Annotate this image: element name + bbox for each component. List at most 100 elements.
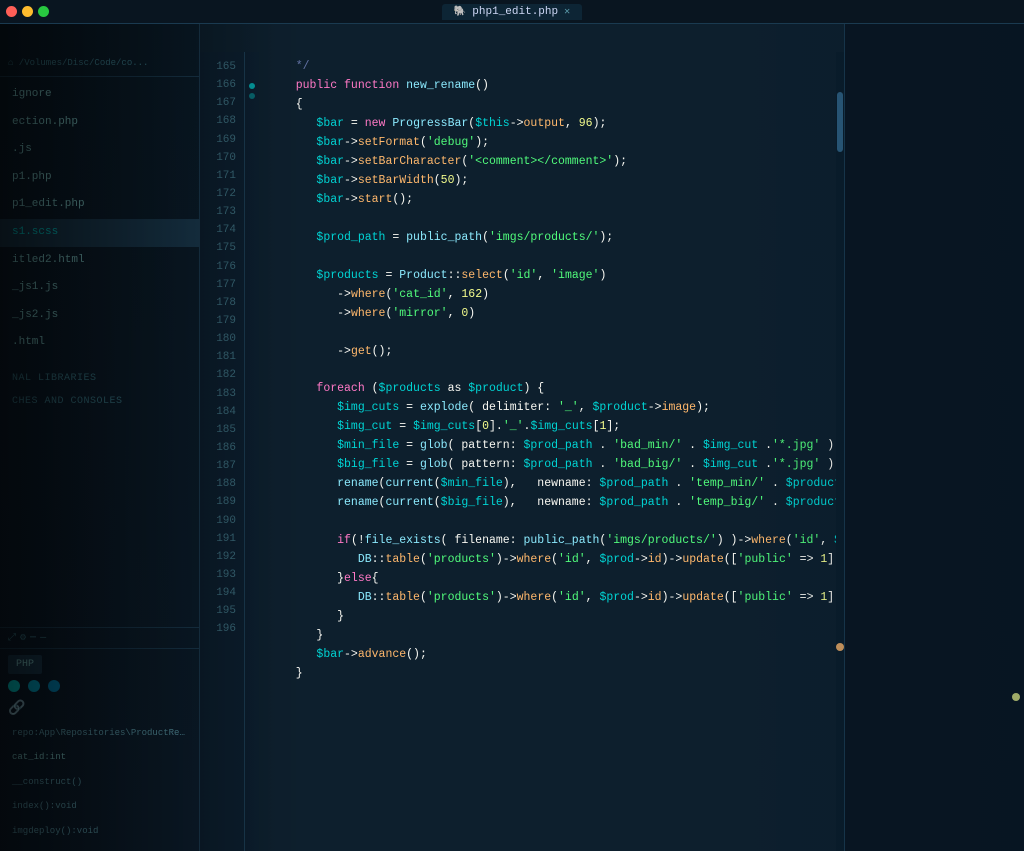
ln-168: 168 [200, 112, 236, 130]
code-line-193: DB::table('products')->where('id', $prod… [275, 589, 836, 608]
ln-191: 191 [200, 530, 236, 548]
code-area[interactable]: 165 166 167 168 169 170 171 172 173 174 … [200, 52, 844, 851]
sidebar-section-libraries: nal Libraries ches and Consoles [0, 365, 199, 411]
sidebar-item-p1[interactable]: p1.php [0, 164, 199, 192]
ln-195: 195 [200, 602, 236, 620]
sidebar-item-js[interactable]: .js [0, 136, 199, 164]
code-line-172: $bar->start(); [275, 191, 836, 210]
code-line-176: $products = Product::select('id', 'image… [275, 267, 836, 286]
panel-settings-icon[interactable]: ⚙ [20, 632, 26, 644]
sidebar-item-s1scss[interactable]: s1.scss [0, 219, 199, 247]
ln-179: 179 [200, 312, 236, 330]
code-line-165: */ [275, 58, 836, 77]
dot-1 [8, 680, 20, 692]
line-numbers: 165 166 167 168 169 170 171 172 173 174 … [200, 52, 245, 851]
breadcrumb: ⌂ /Volumes/Disc/Code/co... [0, 54, 199, 77]
code-line-180: ->get(); [275, 343, 836, 362]
ln-196: 196 [200, 620, 236, 638]
tab-filename: php1_edit.php [472, 6, 558, 18]
code-line-187: rename(current($min_file), newname: $pro… [275, 475, 836, 494]
ln-190: 190 [200, 512, 236, 530]
sidebar-item-js1[interactable]: _js1.js [0, 274, 199, 302]
code-line-195: } [275, 627, 836, 646]
ln-188: 188 [200, 475, 236, 493]
ln-189: 189 [200, 493, 236, 511]
code-line-191: DB::table('products')->where('id', $prod… [275, 551, 836, 570]
ln-174: 174 [200, 221, 236, 239]
sidebar-item-p1edit[interactable]: p1_edit.php [0, 191, 199, 219]
code-line-184: $img_cut = $img_cuts[0].'_'.$img_cuts[1]… [275, 418, 836, 437]
ln-175: 175 [200, 239, 236, 257]
panel-expand-icon[interactable]: ⤢ [8, 632, 16, 644]
close-button[interactable] [6, 6, 17, 17]
code-line-166: public function new_rename() [275, 77, 836, 96]
panel-close-icon[interactable]: — [40, 633, 46, 644]
main-layout: ⌂ /Volumes/Disc/Code/co... ignore ection… [0, 24, 1024, 851]
minimap-dot [836, 643, 844, 651]
code-content[interactable]: */ public function new_rename() { $bar =… [259, 52, 836, 851]
ln-194: 194 [200, 584, 236, 602]
code-line-171: $bar->setBarWidth(50); [275, 172, 836, 191]
link-icon[interactable]: 🔗 [8, 700, 25, 717]
libraries-section-title: nal Libraries [0, 365, 199, 388]
ln-183: 183 [200, 385, 236, 403]
ln-193: 193 [200, 566, 236, 584]
code-line-179 [275, 324, 836, 343]
ln-180: 180 [200, 330, 236, 348]
title-bar: 🐘 php1_edit.php ✕ [0, 0, 1024, 24]
ln-185: 185 [200, 421, 236, 439]
sidebar-item-ection[interactable]: ection.php [0, 109, 199, 137]
sidebar-index-item[interactable]: index():void [0, 794, 199, 818]
maximize-button[interactable] [38, 6, 49, 17]
code-line-190: if(!file_exists( filename: public_path('… [275, 532, 836, 551]
code-line-192: }else{ [275, 570, 836, 589]
sidebar-catid-item[interactable]: cat_id:int [0, 745, 199, 769]
ln-187: 187 [200, 457, 236, 475]
gutter [245, 52, 259, 851]
code-line-196: $bar->advance(); [275, 646, 836, 665]
scrollbar-thumb[interactable] [837, 92, 843, 152]
sidebar-item-html2[interactable]: itled2.html [0, 247, 199, 275]
code-line-188: rename(current($big_file), newname: $pro… [275, 494, 836, 513]
ln-178: 178 [200, 294, 236, 312]
panel-controls: ⤢ ⚙ ⋯ — [0, 627, 199, 649]
ln-169: 169 [200, 131, 236, 149]
link-icon-row: 🔗 [0, 700, 199, 717]
code-line-186: $big_file = glob( pattern: $prod_path . … [275, 456, 836, 475]
sidebar: ⌂ /Volumes/Disc/Code/co... ignore ection… [0, 24, 200, 851]
sidebar-item-html[interactable]: .html [0, 329, 199, 357]
sidebar-construct-item[interactable]: __construct() [0, 770, 199, 794]
code-line-175 [275, 248, 836, 267]
ln-165: 165 [200, 58, 236, 76]
ln-184: 184 [200, 403, 236, 421]
code-line-182: foreach ($products as $product) { [275, 380, 836, 399]
sidebar-repo-item[interactable]: repo:App\Repositories\ProductRepo [0, 721, 199, 745]
code-line-170: $bar->setBarCharacter('<comment></commen… [275, 153, 836, 172]
code-line-169: $bar->setFormat('debug'); [275, 134, 836, 153]
sidebar-item-js2[interactable]: _js2.js [0, 302, 199, 330]
ln-192: 192 [200, 548, 236, 566]
code-line-189 [275, 513, 836, 532]
sidebar-imgdeploy-item[interactable]: imgdeploy():void [0, 819, 199, 843]
php-file-icon: 🐘 [454, 6, 466, 18]
ln-173: 173 [200, 203, 236, 221]
gutter-dot-2 [249, 93, 255, 99]
ln-177: 177 [200, 276, 236, 294]
minimap-cursor-dot [1012, 693, 1020, 701]
panel-more-icon[interactable]: ⋯ [30, 632, 36, 644]
breadcrumb-path: ⌂ /Volumes/Disc/Code/co... [8, 58, 148, 68]
code-line-168: $bar = new ProgressBar($this->output, 96… [275, 115, 836, 134]
dot-indicators [0, 680, 199, 692]
code-line-183: $img_cuts = explode( delimiter: '_', $pr… [275, 399, 836, 418]
active-tab[interactable]: 🐘 php1_edit.php ✕ [442, 4, 582, 20]
tab-close-icon[interactable]: ✕ [564, 6, 570, 18]
consoles-section-title: ches and Consoles [0, 388, 199, 411]
code-line-174: $prod_path = public_path('imgs/products/… [275, 229, 836, 248]
vertical-scrollbar[interactable] [836, 52, 844, 851]
code-line-181 [275, 362, 836, 381]
sidebar-item-ignore[interactable]: ignore [0, 81, 199, 109]
ln-171: 171 [200, 167, 236, 185]
ln-172: 172 [200, 185, 236, 203]
minimize-button[interactable] [22, 6, 33, 17]
gutter-dot-1 [249, 83, 255, 89]
